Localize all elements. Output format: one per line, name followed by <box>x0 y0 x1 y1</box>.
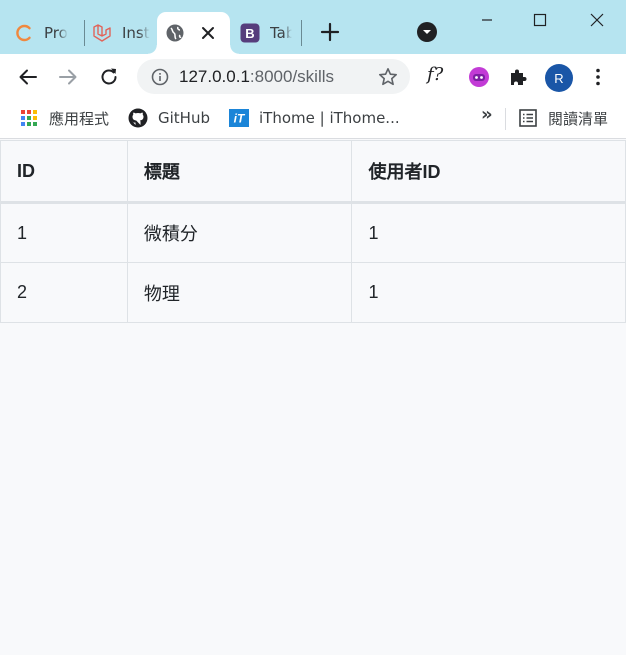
bookmark-star-icon[interactable] <box>377 66 399 88</box>
column-header-id: ID <box>0 140 128 204</box>
bookmark-label: iThome | iThome... <box>259 109 400 127</box>
tab-search-chevron-icon[interactable] <box>416 21 438 43</box>
bookmark-label: GitHub <box>158 109 210 127</box>
table-row: 2 物理 1 <box>0 262 626 323</box>
progress-ring-icon <box>14 23 34 43</box>
close-icon[interactable] <box>198 23 218 43</box>
ithome-icon: iT <box>229 108 249 128</box>
svg-text:iT: iT <box>234 112 246 126</box>
back-arrow-icon[interactable] <box>15 64 41 90</box>
cell-user-id: 1 <box>351 202 626 263</box>
table-header: ID 標題 使用者ID <box>0 140 626 204</box>
bookmarks-overflow-chevron[interactable]: » <box>481 104 493 125</box>
url-text[interactable]: 127.0.0.1:8000/skills <box>179 67 334 87</box>
column-header-title: 標題 <box>126 140 353 204</box>
address-bar[interactable]: 127.0.0.1:8000/skills <box>137 59 410 94</box>
laravel-icon <box>92 23 112 43</box>
bookmark-label: 應用程式 <box>49 109 110 128</box>
tab-title: Pro <box>44 24 68 42</box>
url-host: 127.0.0.1 <box>179 67 250 86</box>
table-body: 1 微積分 1 2 物理 1 <box>0 202 626 323</box>
bookmark-apps[interactable]: 應用程式 <box>19 107 109 129</box>
github-icon <box>128 108 148 128</box>
cell-title: 微積分 <box>126 202 353 263</box>
reading-list-icon <box>518 108 538 128</box>
cell-id: 1 <box>0 202 128 263</box>
reading-list-button[interactable]: 閱讀清單 <box>518 107 608 129</box>
menu-kebab-icon[interactable] <box>585 64 611 90</box>
url-path: :8000/skills <box>249 67 335 86</box>
tab-title: Inst <box>122 24 150 42</box>
bookmarks-divider <box>505 108 506 130</box>
maximize-icon[interactable] <box>511 0 569 40</box>
site-info-icon[interactable] <box>151 68 169 86</box>
bootstrap-icon: B <box>240 23 260 43</box>
bookmark-ithome[interactable]: iT iThome | iThome... <box>229 107 400 129</box>
apps-grid-icon <box>19 108 39 128</box>
tab-separator <box>84 20 85 46</box>
bookmarks-bar: 應用程式 GitHub iT iThome | iThome... » 閱讀清單 <box>0 99 626 139</box>
purple-extension-icon[interactable] <box>466 64 492 90</box>
tab-strip: Pro Inst B Tab <box>0 0 626 54</box>
window-close-icon[interactable] <box>568 0 626 40</box>
profile-avatar[interactable]: R <box>545 64 573 92</box>
tab-separator <box>301 20 302 46</box>
minimize-icon[interactable] <box>458 0 516 40</box>
table-row: 1 微積分 1 <box>0 202 626 263</box>
cell-title: 物理 <box>126 262 353 323</box>
cell-id: 2 <box>0 262 128 323</box>
extensions-puzzle-icon[interactable] <box>505 64 531 90</box>
column-header-user-id: 使用者ID <box>351 140 626 204</box>
page-content: ID 標題 使用者ID 1 微積分 1 2 物理 1 <box>0 140 626 655</box>
svg-text:B: B <box>245 26 254 41</box>
new-tab-plus-icon[interactable] <box>318 20 342 44</box>
globe-icon <box>165 23 185 43</box>
reload-icon[interactable] <box>96 64 122 90</box>
forward-arrow-icon[interactable] <box>55 64 81 90</box>
browser-toolbar: 127.0.0.1:8000/skills f? R <box>0 54 626 99</box>
tab-3-active[interactable] <box>148 12 239 54</box>
skills-table: ID 標題 使用者ID 1 微積分 1 2 物理 1 <box>0 140 626 323</box>
tab-title: Tab <box>270 24 292 42</box>
reading-list-label: 閱讀清單 <box>548 109 609 128</box>
bookmark-github[interactable]: GitHub <box>128 107 210 129</box>
table-header-row: ID 標題 使用者ID <box>0 140 626 204</box>
tab-2[interactable]: Inst <box>92 12 150 54</box>
fx-extension-icon[interactable]: f? <box>427 64 443 85</box>
cell-user-id: 1 <box>351 262 626 323</box>
tab-4[interactable]: B Tab <box>240 12 292 54</box>
tab-1[interactable]: Pro <box>14 12 76 54</box>
